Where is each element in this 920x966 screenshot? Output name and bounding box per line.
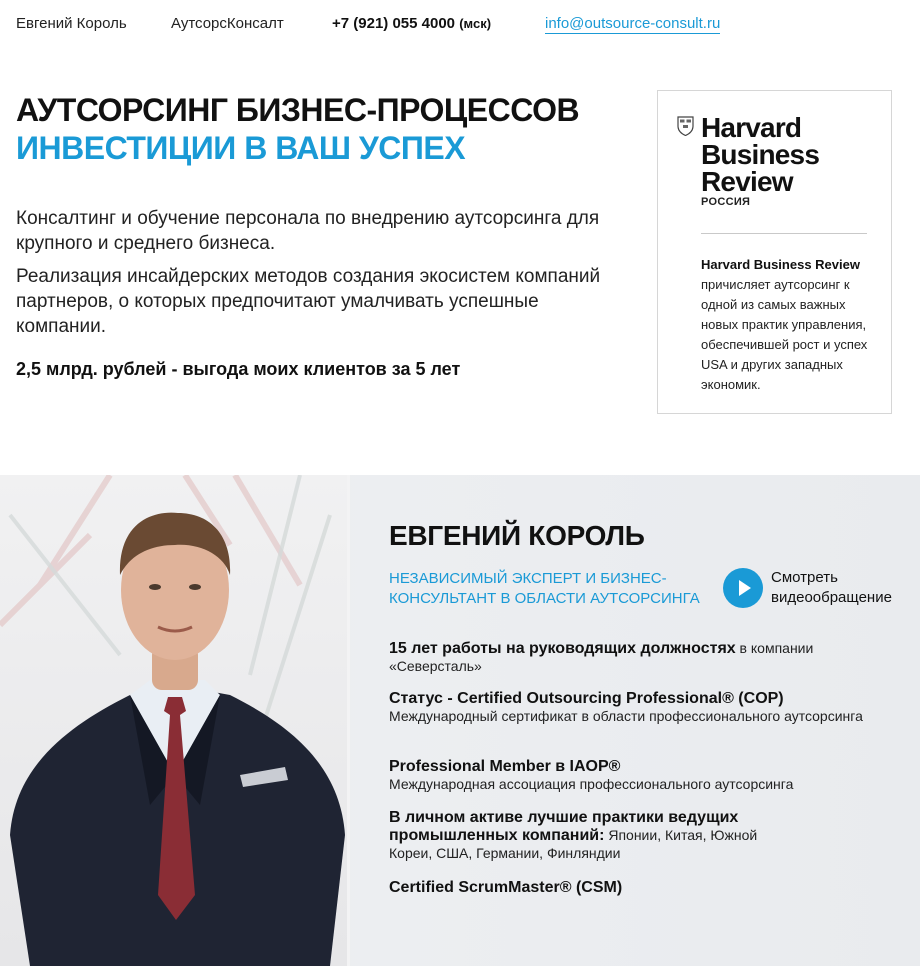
header-phone-link[interactable]: +7 (921) 055 4000 (мск)	[332, 15, 491, 32]
hbr-quote-source: Harvard Business Review	[701, 257, 860, 272]
header-phone: +7 (921) 055 4000	[332, 15, 456, 32]
header-email-link[interactable]: info@outsource-consult.ru	[545, 15, 721, 34]
watch-video-link[interactable]: Смотреть видеообращение	[771, 568, 911, 608]
fact-item: Professional Member в IAOP® Международна…	[389, 758, 899, 793]
bio-name: ЕВГЕНИЙ КОРОЛЬ	[389, 520, 645, 551]
header-name: Евгений Король	[16, 15, 127, 32]
hero-paragraph-1: Консалтинг и обучение персонала по внедр…	[16, 208, 600, 254]
hero-stat: 2,5 млрд. рублей - выгода моих клиентов …	[16, 359, 461, 379]
fact-title: Professional Member в IAOP®	[389, 758, 621, 775]
bio-role: НЕЗАВИСИМЫЙ ЭКСПЕРТ И БИЗНЕС-КОНСУЛЬТАНТ…	[389, 570, 700, 607]
header-company: АутсорсКонсалт	[171, 15, 284, 32]
fact-detail: Международный сертификат в области профе…	[389, 708, 863, 724]
fact-title: Certified ScrumMaster® (CSM)	[389, 879, 623, 896]
fact-title: 15 лет работы на руководящих должностях	[389, 640, 736, 657]
hbr-edition: РОССИЯ	[701, 196, 751, 208]
hbr-logo: Harvard Business Review	[701, 112, 820, 197]
fact-item: В личном активе лучшие практики ведущих …	[389, 809, 779, 863]
fact-item: Certified ScrumMaster® (CSM)	[389, 879, 899, 897]
hbr-quote-text: причисляет аутсорсинг к одной из самых в…	[701, 277, 868, 392]
hbr-divider	[701, 233, 867, 234]
harvard-shield-icon	[677, 116, 694, 136]
fact-detail: Международная ассоциация профессионально…	[389, 776, 794, 792]
hbr-logo-line-1: Harvard	[701, 112, 802, 143]
hbr-quote: Harvard Business Review причисляет аутсо…	[701, 255, 886, 395]
fact-item: 15 лет работы на руководящих должностях …	[389, 640, 899, 676]
hero-title: АУТСОРСИНГ БИЗНЕС-ПРОЦЕССОВ	[16, 92, 580, 128]
bio-section: ЕВГЕНИЙ КОРОЛЬ НЕЗАВИСИМЫЙ ЭКСПЕРТ И БИЗ…	[0, 475, 920, 966]
header-phone-suffix: (мск)	[459, 16, 492, 31]
hbr-card: Harvard Business Review РОССИЯ Harvard B…	[657, 90, 892, 414]
bio-divider	[347, 475, 350, 966]
hbr-logo-line-2: Business	[701, 139, 820, 170]
fact-item: Статус - Certified Outsourcing Professio…	[389, 690, 899, 725]
top-bar: Евгений Король АутсорсКонсалт +7 (921) 0…	[0, 0, 920, 50]
hbr-logo-line-3: Review	[701, 166, 794, 197]
portrait-photo	[0, 475, 350, 966]
fact-title: Статус - Certified Outsourcing Professio…	[389, 690, 784, 707]
hero-subtitle: ИНВЕСТИЦИИ В ВАШ УСПЕХ	[16, 130, 466, 166]
portrait-illustration	[0, 475, 345, 966]
play-video-icon[interactable]	[723, 568, 763, 608]
hero-paragraph-2: Реализация инсайдерских методов создания…	[16, 266, 601, 337]
